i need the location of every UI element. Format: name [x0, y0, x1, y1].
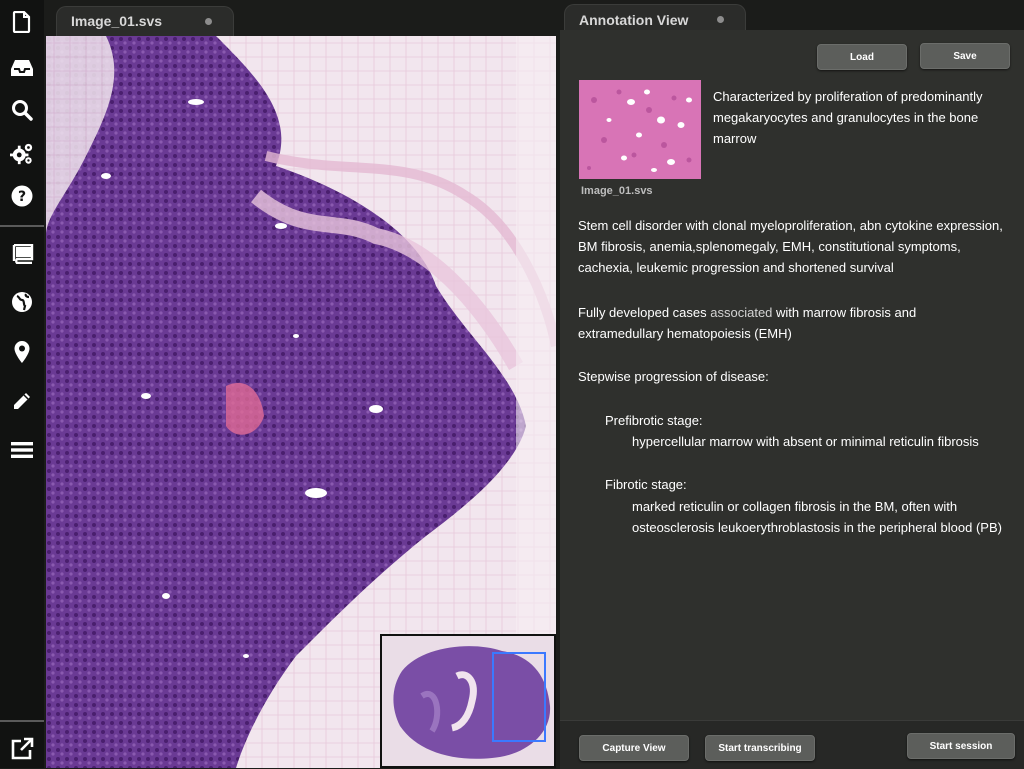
file-icon[interactable]	[10, 10, 34, 34]
pencil-icon[interactable]	[10, 389, 34, 413]
overview-minimap[interactable]	[380, 634, 556, 768]
slide-viewer[interactable]	[46, 36, 556, 768]
search-icon[interactable]	[10, 98, 34, 122]
start-transcribing-button[interactable]: Start transcribing	[705, 735, 815, 761]
map-pin-icon[interactable]	[10, 340, 34, 364]
tab-image[interactable]: Image_01.svs	[56, 6, 234, 37]
start-session-button[interactable]: Start session	[907, 733, 1015, 759]
menu-icon[interactable]	[10, 438, 34, 462]
tab-annotation-label: Annotation View	[579, 12, 689, 28]
stage-1-description: hypercellular marrow with absent or mini…	[632, 434, 979, 449]
minimap-viewport-box[interactable]	[492, 652, 546, 742]
tab-image-label: Image_01.svs	[71, 13, 163, 29]
globe-icon[interactable]	[10, 290, 34, 314]
stage-2-title: Fibrotic stage:	[605, 477, 687, 492]
external-link-icon[interactable]	[10, 737, 34, 761]
save-button[interactable]: Save	[920, 43, 1010, 69]
book-icon[interactable]	[10, 242, 34, 266]
annotation-summary: Characterized by proliferation of predom…	[713, 89, 983, 146]
svg-text:?: ?	[18, 189, 26, 205]
paragraph-2-highlight: associated	[710, 305, 773, 320]
annotation-thumbnail[interactable]	[579, 80, 701, 179]
paragraph-2-text-start: Fully developed cases	[578, 305, 711, 320]
capture-view-button[interactable]: Capture View	[579, 735, 689, 761]
left-toolbar: ?	[0, 0, 44, 768]
stage-1-title: Prefibrotic stage:	[605, 413, 703, 428]
thumbnail-caption: Image_01.svs	[581, 185, 653, 197]
progression-heading: Stepwise progression of disease:	[578, 369, 769, 384]
tab-close-dot-icon[interactable]	[717, 16, 724, 23]
stage-2-description: marked reticulin or collagen fibrosis in…	[632, 499, 1002, 535]
annotation-footer: Capture View Start transcribing Start se…	[560, 720, 1024, 769]
gears-icon[interactable]	[10, 142, 34, 166]
annotation-paragraph-1: Stem cell disorder with clonal myeloprol…	[578, 218, 1003, 275]
annotation-panel: Load Save Image_01.svs Characterized by …	[560, 30, 1024, 769]
tab-close-dot-icon[interactable]	[205, 18, 212, 25]
help-icon[interactable]: ?	[10, 184, 34, 208]
annotation-paragraph-2: Fully developed cases associated with ma…	[578, 302, 998, 344]
load-button[interactable]: Load	[817, 44, 907, 70]
tab-annotation[interactable]: Annotation View	[564, 4, 746, 33]
inbox-icon[interactable]	[10, 56, 34, 80]
